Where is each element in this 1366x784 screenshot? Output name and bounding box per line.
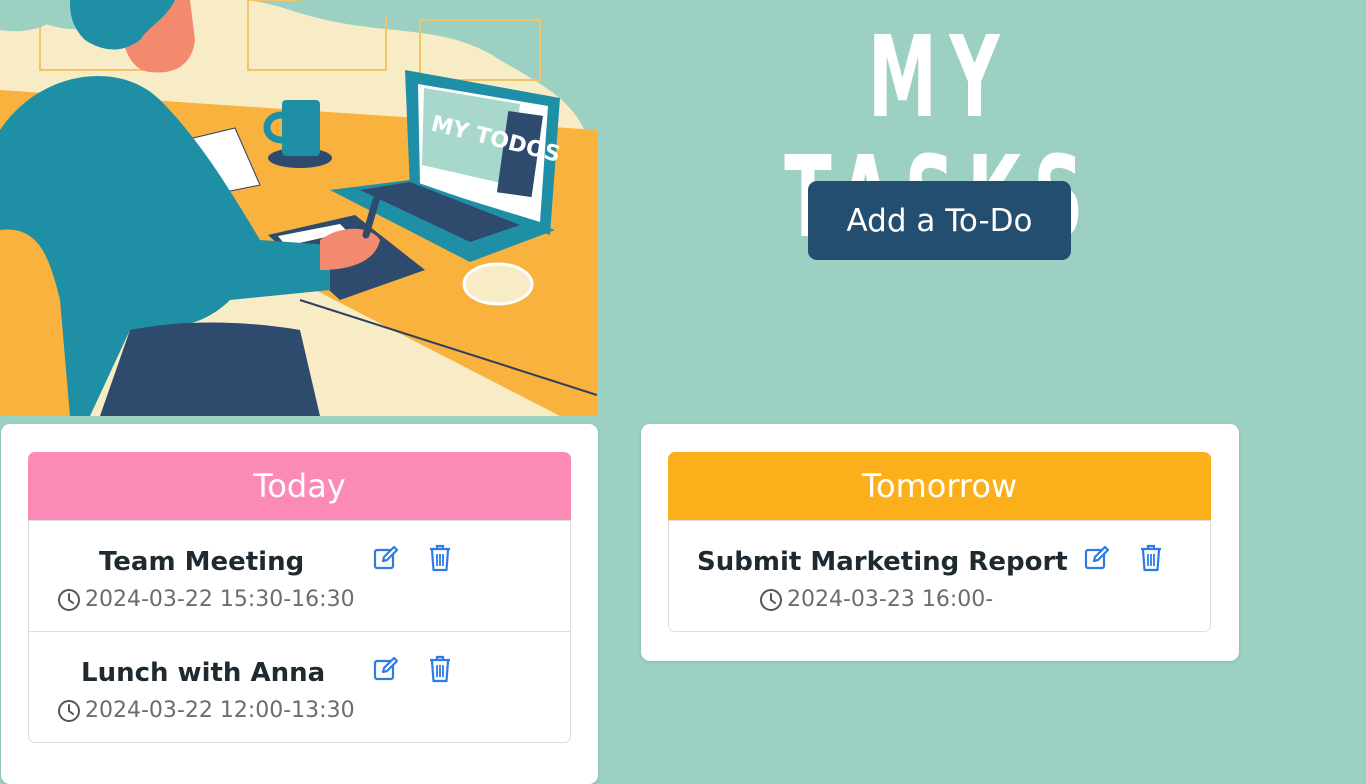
tomorrow-task-list: Submit Marketing Report 2024-03-23 16:00… [668,520,1211,632]
task-time-text: 2024-03-23 16:00- [787,587,994,612]
add-todo-button[interactable]: Add a To-Do [808,181,1071,260]
today-column: Today Team Meeting 2024-03-22 15:30-16:3… [1,424,598,784]
task-title: Team Meeting [99,547,305,577]
trash-icon[interactable] [426,654,454,684]
trash-icon[interactable] [1137,543,1165,573]
edit-icon[interactable] [372,543,400,573]
tomorrow-column: Tomorrow Submit Marketing Report 2024-03… [641,424,1239,661]
edit-icon[interactable] [372,654,400,684]
task-item: Lunch with Anna 2024-03-22 12:00-13:30 [29,631,570,742]
task-time-text: 2024-03-22 15:30-16:30 [85,587,355,612]
today-task-list: Team Meeting 2024-03-22 15:30-16:30 Lunc… [28,520,571,743]
task-item: Team Meeting 2024-03-22 15:30-16:30 [29,521,570,631]
clock-icon [759,588,783,612]
task-item: Submit Marketing Report 2024-03-23 16:00… [669,521,1210,631]
task-time-text: 2024-03-22 12:00-13:30 [85,698,355,723]
clock-icon [57,588,81,612]
task-title: Submit Marketing Report [697,547,1068,577]
task-title: Lunch with Anna [81,658,326,688]
task-time: 2024-03-23 16:00- [759,587,993,612]
task-time: 2024-03-22 12:00-13:30 [57,698,355,723]
task-time: 2024-03-22 15:30-16:30 [57,587,355,612]
clock-icon [57,699,81,723]
trash-icon[interactable] [426,543,454,573]
hero-illustration: MY TODOS [0,0,597,416]
column-heading-today: Today [28,452,571,520]
column-heading-tomorrow: Tomorrow [668,452,1211,520]
edit-icon[interactable] [1083,543,1111,573]
person-at-laptop-illustration: MY TODOS [0,0,597,416]
